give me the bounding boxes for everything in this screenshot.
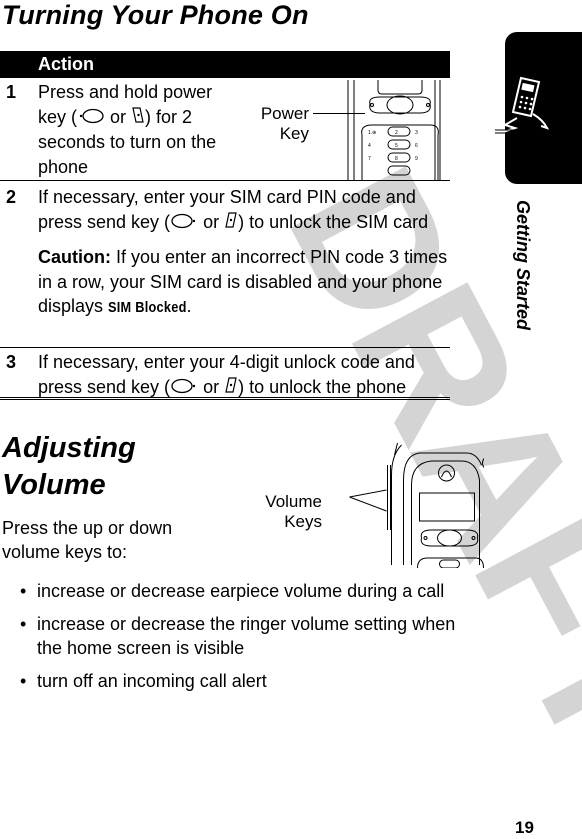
svg-text:9: 9 — [415, 156, 418, 162]
list-item-text: turn off an incoming call alert — [37, 671, 267, 691]
caution-end: . — [186, 296, 192, 316]
power-key-icon — [77, 106, 105, 131]
callout-line: Power — [260, 104, 309, 123]
phone-side-illustration — [349, 442, 484, 568]
send-key-alt-icon — [224, 211, 238, 236]
bullet-icon: • — [20, 614, 27, 634]
phone-keypad-illustration: 1.⊕ 3 4 6 7 9 2 5 8 — [347, 80, 441, 180]
svg-text:2: 2 — [395, 130, 398, 136]
section-title-adjusting-volume: Adjusting Volume — [2, 430, 136, 504]
send-key-alt-icon — [224, 376, 238, 401]
svg-text:1.⊕: 1.⊕ — [368, 130, 376, 136]
step-number: 3 — [6, 352, 17, 372]
table-row: 3 If necessary, enter your 4-digit unloc… — [0, 348, 450, 400]
title-line: Volume — [2, 469, 106, 501]
step-text-part: or — [198, 376, 225, 397]
page-number: 19 — [515, 818, 534, 837]
svg-text:5: 5 — [395, 143, 398, 149]
power-key-alt-icon — [131, 106, 145, 131]
section-title-turning-phone-on: Turning Your Phone On — [2, 0, 309, 30]
intro-line: volume keys to: — [2, 542, 128, 562]
chapter-label-text: Getting Started — [513, 200, 533, 331]
action-table-header: Action — [0, 51, 450, 78]
volume-keys-callout: Volume Keys — [265, 492, 322, 532]
list-item: • increase or decrease earpiece volume du… — [20, 579, 482, 603]
volume-actions-list: • increase or decrease earpiece volume du… — [20, 579, 482, 702]
volume-intro-text: Press the up or down volume keys to: — [2, 516, 172, 564]
list-item-text: increase or decrease earpiece volume dur… — [37, 581, 445, 601]
step-text-part: or — [105, 106, 132, 127]
svg-text:6: 6 — [415, 143, 418, 149]
step-number: 2 — [6, 187, 17, 207]
step-text-part: or — [198, 211, 225, 232]
svg-text:4: 4 — [368, 143, 371, 149]
step-text: If necessary, enter your SIM card PIN co… — [38, 185, 450, 321]
step-text-part: ) to unlock the SIM card — [238, 211, 429, 232]
callout-line: Keys — [284, 512, 322, 531]
caution-label: Caution: — [38, 247, 111, 267]
list-item-text: increase or decrease the ringer volume s… — [37, 614, 456, 658]
svg-text:8: 8 — [395, 156, 398, 162]
send-key-icon — [170, 211, 198, 236]
title-line: Adjusting — [2, 432, 136, 464]
power-key-callout: Power Key — [261, 104, 309, 144]
table-row: 2 If necessary, enter your SIM card PIN … — [0, 181, 450, 348]
step-text: If necessary, enter your 4-digit unlock … — [38, 350, 450, 400]
bullet-icon: • — [20, 671, 27, 691]
intro-line: Press the up or down — [2, 518, 173, 538]
callout-line: Volume — [265, 492, 322, 511]
callout-line: Key — [279, 124, 309, 143]
sim-blocked-display-text: SIM Blocked — [108, 299, 187, 316]
step-text: Press and hold power key ( or ) for 2 se… — [38, 80, 223, 179]
list-item: • turn off an incoming call alert — [20, 669, 482, 693]
bullet-icon: • — [20, 581, 27, 601]
step-text-part: ) to unlock the phone — [238, 376, 407, 397]
send-key-icon — [170, 376, 198, 401]
svg-text:3: 3 — [415, 130, 418, 136]
svg-text:7: 7 — [368, 156, 371, 162]
running-phone-icon — [495, 76, 549, 134]
chapter-label: Getting Started — [510, 200, 540, 340]
list-item: • increase or decrease the ringer volume … — [20, 612, 482, 660]
caution-note: Caution: If you enter an incorrect PIN c… — [38, 245, 450, 321]
step-number: 1 — [6, 82, 17, 102]
